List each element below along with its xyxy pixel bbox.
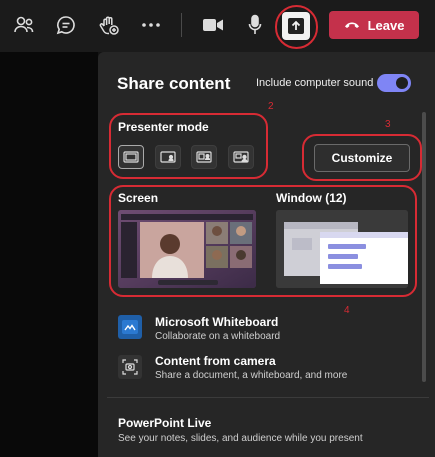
meeting-stage [0,52,98,457]
microsoft-whiteboard-item[interactable]: Microsoft Whiteboard Collaborate on a wh… [112,312,412,346]
panel-scrollbar[interactable] [422,112,426,382]
people-icon[interactable] [9,10,39,40]
toolbar-divider [181,13,182,37]
presenter-mode-label: Presenter mode [118,120,209,134]
annotation-circle-share [275,5,318,49]
section-divider [107,397,429,398]
include-sound-label: Include computer sound [256,77,374,89]
include-sound-toggle[interactable] [377,74,411,92]
whiteboard-subtitle: Collaborate on a whiteboard [155,331,281,342]
chat-icon[interactable] [51,10,81,40]
customize-button[interactable]: Customize [314,144,410,172]
window-preview-image [276,210,408,288]
presenter-mode-content-only[interactable] [118,145,144,169]
camera-content-subtitle: Share a document, a whiteboard, and more [155,370,348,381]
mic-icon[interactable] [240,10,270,40]
camera-content-icon [118,355,142,379]
camera-content-title: Content from camera [155,354,276,368]
presenter-mode-reporter[interactable] [228,145,254,169]
whiteboard-icon [118,315,142,339]
raise-hand-icon[interactable] [94,10,124,40]
screen-label: Screen [118,191,159,205]
presenter-mode-standout[interactable] [155,145,181,169]
screen-thumbnail[interactable] [118,210,256,288]
powerpoint-live-section[interactable]: PowerPoint Live See your notes, slides, … [117,414,417,448]
more-icon[interactable] [136,10,166,40]
toggle-knob [396,77,408,89]
annotation-label-3: 3 [385,119,391,130]
leave-button[interactable]: Leave [329,11,419,39]
powerpoint-live-title: PowerPoint Live [118,416,212,430]
share-content-panel: Share content Include computer sound 2 P… [98,52,435,457]
camera-icon[interactable] [198,10,228,40]
phone-hangup-icon [344,22,359,28]
powerpoint-live-subtitle: See your notes, slides, and audience whi… [118,433,363,444]
annotation-label-2: 2 [268,101,274,112]
window-thumbnail[interactable] [276,210,408,288]
leave-label: Leave [367,17,405,33]
window-label: Window (12) [276,191,347,205]
meeting-toolbar: Leave [0,0,435,52]
panel-title: Share content [117,74,231,93]
whiteboard-title: Microsoft Whiteboard [155,315,279,329]
presenter-mode-side-by-side[interactable] [191,145,217,169]
content-from-camera-item[interactable]: Content from camera Share a document, a … [112,351,412,385]
screen-preview-image [118,210,256,288]
